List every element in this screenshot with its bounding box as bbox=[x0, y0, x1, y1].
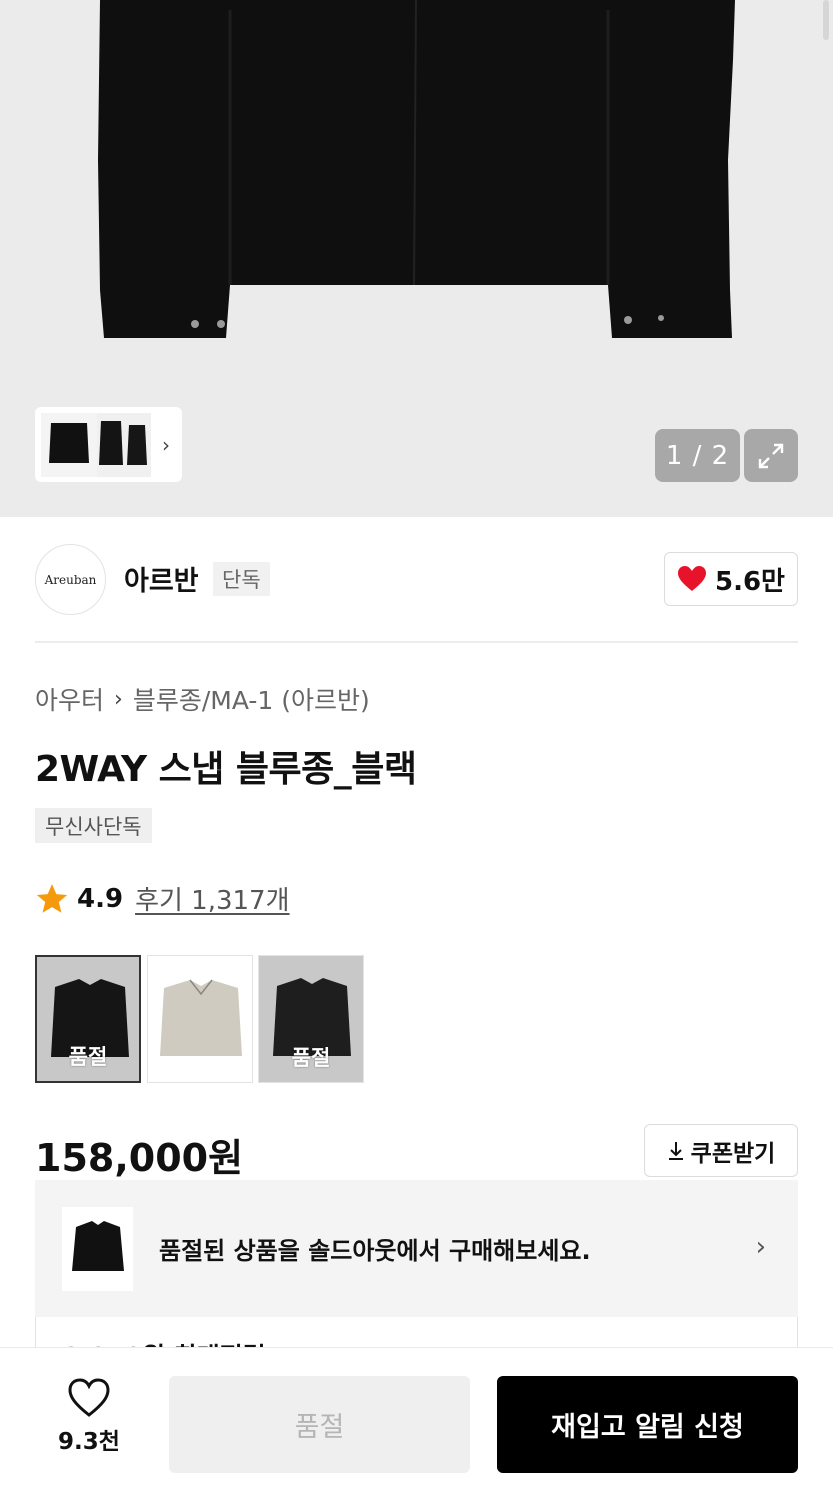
brand-logo-text: Areuban bbox=[44, 572, 97, 587]
color-option-black[interactable]: 품절 bbox=[35, 955, 141, 1083]
product-title: 2WAY 스냅 블루종_블랙 bbox=[35, 749, 417, 790]
soldout-label: 품절 bbox=[68, 1045, 108, 1069]
restock-alert-button[interactable]: 재입고 알림 신청 bbox=[497, 1376, 798, 1473]
breadcrumb: 아우터 › 블루종/MA-1 (아르반) bbox=[35, 681, 370, 717]
soldout-label: 품절 bbox=[291, 1046, 331, 1070]
chevron-right-icon[interactable]: › bbox=[162, 433, 170, 457]
heart-outline-icon bbox=[68, 1378, 110, 1417]
product-image-gallery[interactable]: › 1 / 2 bbox=[0, 0, 833, 517]
rating-summary: 4.9 후기 1,317개 bbox=[35, 880, 290, 917]
brand-exclusive-tag: 단독 bbox=[213, 562, 270, 596]
like-count: 5.6만 bbox=[715, 566, 785, 597]
image-counter: 1 / 2 bbox=[655, 429, 740, 482]
divider bbox=[35, 641, 798, 643]
brand-logo[interactable]: Areuban bbox=[35, 544, 106, 615]
wish-count: 9.3천 bbox=[58, 1429, 120, 1455]
download-icon bbox=[668, 1141, 683, 1160]
color-option-beige[interactable] bbox=[147, 955, 253, 1083]
reviews-link[interactable]: 후기 1,317개 bbox=[135, 880, 289, 917]
coupon-label: 쿠폰받기 bbox=[690, 1140, 776, 1167]
thumbnail-strip[interactable]: › bbox=[35, 407, 182, 482]
banner-thumbnail bbox=[62, 1206, 133, 1291]
breadcrumb-item[interactable]: 블루종/MA-1 (아르반) bbox=[133, 681, 370, 717]
brand-like-button[interactable]: 5.6만 bbox=[664, 552, 798, 606]
product-price: 158,000원 bbox=[35, 1136, 244, 1180]
rating-score: 4.9 bbox=[77, 883, 124, 914]
soldout-market-banner[interactable]: 품절된 상품을 솔드아웃에서 구매해보세요. › bbox=[35, 1180, 798, 1317]
brand-name[interactable]: 아르반 bbox=[124, 559, 199, 598]
star-icon bbox=[36, 883, 68, 913]
expand-icon[interactable] bbox=[744, 429, 798, 482]
coupon-button[interactable]: 쿠폰받기 bbox=[644, 1124, 798, 1177]
thumbnail-image[interactable] bbox=[41, 412, 151, 477]
wishlist-button[interactable]: 9.3천 bbox=[48, 1378, 130, 1456]
heart-icon bbox=[678, 566, 706, 591]
banner-message: 품절된 상품을 솔드아웃에서 구매해보세요. bbox=[159, 1237, 591, 1265]
chevron-right-icon: › bbox=[114, 686, 123, 712]
breadcrumb-item[interactable]: 아우터 bbox=[35, 681, 104, 717]
chevron-right-icon: › bbox=[755, 1232, 766, 1262]
exclusive-badge: 무신사단독 bbox=[35, 808, 152, 843]
color-option-charcoal[interactable]: 품절 bbox=[258, 955, 364, 1083]
scroll-indicator[interactable] bbox=[823, 0, 829, 40]
soldout-button[interactable]: 품절 bbox=[169, 1376, 470, 1473]
